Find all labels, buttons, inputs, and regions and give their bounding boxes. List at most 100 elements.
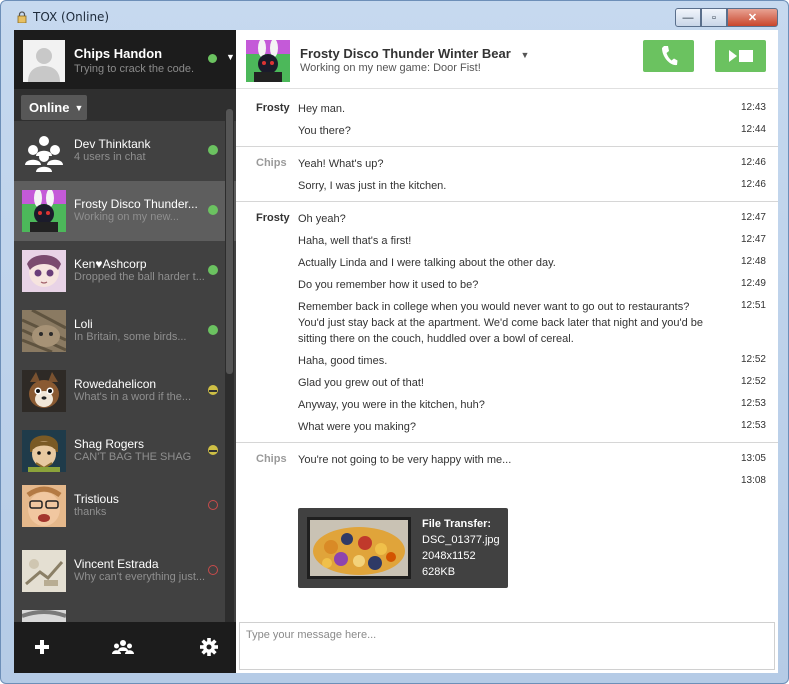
video-call-button[interactable] bbox=[715, 40, 766, 72]
friend-filter-dropdown[interactable]: Online ▼ bbox=[21, 95, 87, 120]
lock-icon bbox=[17, 11, 27, 23]
friend-name: Tristious bbox=[74, 492, 119, 506]
frosty-avatar bbox=[246, 40, 290, 82]
message-time: 12:47 bbox=[740, 212, 766, 223]
message-time: 12:53 bbox=[740, 398, 766, 409]
friend-item-selected[interactable]: Frosty Disco Thunder... Working on my ne… bbox=[14, 181, 236, 241]
message-time: 12:53 bbox=[740, 420, 766, 431]
friend-item[interactable]: Shag Rogers CAN'T BAG THE SHAG bbox=[14, 421, 236, 481]
friend-filter-bar: Online ▼ bbox=[14, 89, 236, 121]
message-text: Haha, well that's a first! bbox=[298, 235, 412, 247]
friend-name: Shag Rogers bbox=[74, 437, 145, 451]
message-text: Yeah! What's up? bbox=[298, 158, 384, 170]
file-transfer-card[interactable]: File Transfer: DSC_01377.jpg 2048x1152 6… bbox=[298, 508, 508, 588]
friend-avatar bbox=[22, 550, 66, 592]
contact-name-text: Frosty Disco Thunder Winter Bear bbox=[300, 46, 511, 61]
message-text: You there? bbox=[298, 125, 351, 137]
message-text: Remember back in college when you would … bbox=[298, 301, 703, 345]
phone-icon bbox=[661, 46, 677, 66]
friend-item[interactable] bbox=[14, 601, 236, 622]
message-time: 12:49 bbox=[740, 278, 766, 289]
call-button[interactable] bbox=[643, 40, 694, 72]
friend-name: Frosty Disco Thunder... bbox=[74, 197, 198, 211]
status-online-indicator bbox=[208, 265, 218, 275]
message-text: Sorry, I was just in the kitchen. bbox=[298, 180, 447, 192]
message-time: 12:51 bbox=[740, 300, 766, 311]
friend-status-message: What's in a word if the... bbox=[74, 391, 192, 403]
friend-status-message: Working on my new... bbox=[74, 211, 179, 223]
plus-icon[interactable] bbox=[30, 636, 54, 658]
friend-status-message: 4 users in chat bbox=[74, 151, 146, 163]
friend-item[interactable]: Ken♥Ashcorp Dropped the ball harder t... bbox=[14, 241, 236, 301]
friend-name: Dev Thinktank bbox=[74, 137, 151, 151]
filter-label: Online bbox=[29, 100, 70, 115]
message-author: Frosty bbox=[256, 102, 290, 114]
status-online-indicator bbox=[208, 325, 218, 335]
chevron-down-icon: ▼ bbox=[74, 102, 84, 113]
app-window: TOX (Online) — ▫ ✕ Chips Handon Trying t… bbox=[0, 0, 789, 684]
message-time: 12:46 bbox=[740, 157, 766, 168]
self-profile-panel[interactable]: Chips Handon Trying to crack the code. ▼ bbox=[14, 30, 236, 89]
message-time: 13:08 bbox=[740, 475, 766, 486]
minimize-button[interactable]: — bbox=[675, 8, 701, 27]
rowedahelicon-avatar bbox=[22, 370, 66, 412]
message-text: Haha, good times. bbox=[298, 355, 388, 367]
maximize-button[interactable]: ▫ bbox=[701, 8, 727, 27]
self-name[interactable]: Chips Handon bbox=[74, 46, 162, 61]
friend-item[interactable]: Rowedahelicon What's in a word if the... bbox=[14, 361, 236, 421]
message-author: Frosty bbox=[256, 212, 290, 224]
window-title: TOX (Online) bbox=[33, 10, 110, 24]
contact-name[interactable]: Frosty Disco Thunder Winter Bear ▼ bbox=[300, 46, 529, 61]
status-online-indicator bbox=[208, 145, 218, 155]
status-away-indicator bbox=[208, 385, 218, 395]
message-time: 12:43 bbox=[740, 102, 766, 113]
file-thumbnail[interactable] bbox=[307, 517, 411, 579]
default-avatar-icon bbox=[23, 40, 65, 82]
message-text: Do you remember how it used to be? bbox=[298, 279, 479, 291]
friend-avatar bbox=[22, 485, 66, 527]
message-time: 12:46 bbox=[740, 179, 766, 190]
friend-avatar bbox=[22, 370, 66, 412]
message-group-divider bbox=[236, 442, 778, 443]
message-author: Chips bbox=[256, 453, 287, 465]
message-time: 12:44 bbox=[740, 124, 766, 135]
friend-list: Dev Thinktank 4 users in chat Frosty Dis… bbox=[14, 121, 236, 622]
message-text: Hey man. bbox=[298, 103, 346, 115]
contact-avatar[interactable] bbox=[246, 40, 290, 82]
message-time: 12:52 bbox=[740, 354, 766, 365]
friend-item[interactable]: Tristious thanks bbox=[14, 476, 236, 536]
message-text: Oh yeah? bbox=[298, 213, 346, 225]
message-input-area bbox=[236, 622, 778, 673]
friend-name: Vincent Estrada bbox=[74, 557, 159, 571]
message-log: Frosty Hey man. 12:43 You there? 12:44 C… bbox=[236, 90, 778, 622]
client-area: Chips Handon Trying to crack the code. ▼… bbox=[14, 30, 778, 673]
title-bar[interactable]: TOX (Online) — ▫ ✕ bbox=[1, 1, 788, 31]
video-camera-icon bbox=[728, 50, 753, 62]
self-status-message[interactable]: Trying to crack the code. bbox=[74, 63, 194, 75]
friend-item[interactable]: Dev Thinktank 4 users in chat bbox=[14, 121, 236, 181]
friend-avatar bbox=[22, 610, 66, 622]
friend-item[interactable]: Vincent Estrada Why can't everything jus… bbox=[14, 541, 236, 601]
status-dropdown-arrow-icon[interactable]: ▼ bbox=[226, 52, 235, 62]
message-text: Glad you grew out of that! bbox=[298, 377, 424, 389]
self-avatar[interactable] bbox=[23, 40, 65, 82]
group-chat-icon[interactable] bbox=[111, 636, 135, 658]
friend-status-message: CAN'T BAG THE SHAG bbox=[74, 451, 192, 463]
chevron-down-icon[interactable]: ▼ bbox=[520, 50, 529, 60]
friend-avatar bbox=[22, 190, 66, 232]
friend-item[interactable]: Loli In Britain, some birds... bbox=[14, 301, 236, 361]
friend-status-message: Dropped the ball harder t... bbox=[74, 271, 205, 283]
close-button[interactable]: ✕ bbox=[727, 8, 778, 27]
loli-avatar bbox=[22, 310, 66, 352]
friend-list-scrollbar-thumb[interactable] bbox=[226, 109, 233, 374]
friend-avatar bbox=[22, 430, 66, 472]
chat-header: Frosty Disco Thunder Winter Bear ▼ Worki… bbox=[236, 30, 778, 89]
friend-status-message: Why can't everything just... bbox=[74, 571, 206, 583]
friend-avatar bbox=[22, 250, 66, 292]
message-text: You're not going to be very happy with m… bbox=[298, 454, 512, 466]
frosty-avatar bbox=[22, 190, 66, 232]
message-input[interactable] bbox=[239, 622, 775, 670]
self-status-indicator[interactable] bbox=[208, 54, 217, 63]
friend-avatar bbox=[22, 310, 66, 352]
gear-icon[interactable] bbox=[197, 636, 221, 658]
